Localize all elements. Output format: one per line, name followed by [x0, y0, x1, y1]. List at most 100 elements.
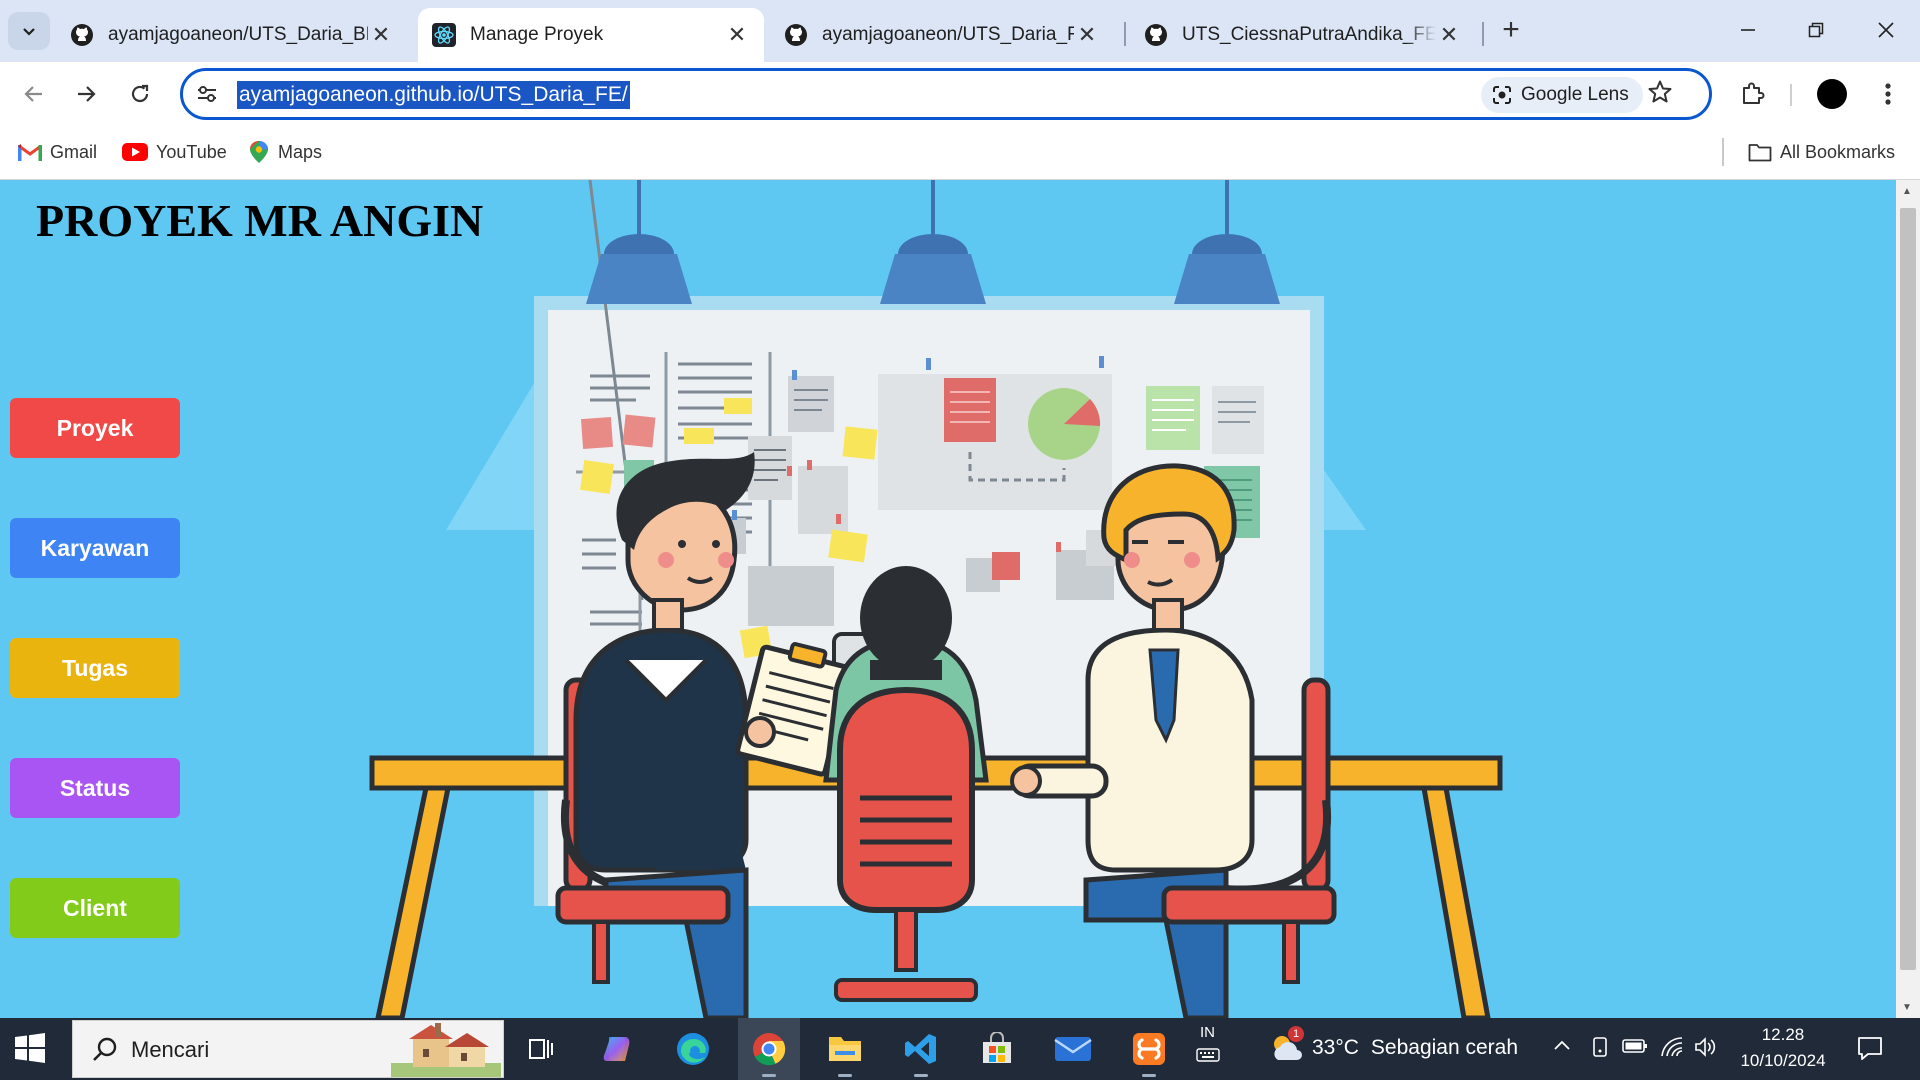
- tugas-button[interactable]: Tugas: [10, 638, 180, 698]
- reload-button[interactable]: [118, 72, 162, 116]
- chevron-down-icon: [23, 28, 35, 36]
- tab-uts-daria-be[interactable]: ayamjagoaneon/UTS_Daria_BE ✕: [56, 8, 408, 62]
- scrollbar-thumb[interactable]: [1900, 208, 1916, 970]
- xampp-button[interactable]: [1118, 1018, 1180, 1080]
- page-content: PROYEK MR ANGIN Proyek Karyawan Tugas St…: [0, 180, 1896, 1018]
- task-view-icon: [529, 1039, 553, 1059]
- tab-uts-daria-fe[interactable]: ayamjagoaneon/UTS_Daria_FE ✕: [770, 8, 1114, 62]
- tab-search-button[interactable]: [8, 12, 50, 50]
- search-placeholder: Mencari: [131, 1037, 210, 1062]
- vscode-button[interactable]: [890, 1018, 952, 1080]
- extensions-button[interactable]: [1730, 72, 1774, 116]
- chrome-icon: [753, 1033, 786, 1066]
- copilot-button[interactable]: [586, 1018, 648, 1080]
- speaker-icon: [1695, 1037, 1716, 1057]
- windows-taskbar: Mencari IN 1 33°C Sebagian cerah 12.28 1…: [0, 1018, 1920, 1080]
- github-icon: [1144, 23, 1168, 47]
- office-meeting-illustration: [369, 180, 1503, 1018]
- all-bookmarks-label: All Bookmarks: [1780, 141, 1896, 162]
- google-lens-icon: [1493, 86, 1511, 104]
- minimize-button[interactable]: [1718, 10, 1778, 50]
- task-view-button[interactable]: [510, 1018, 572, 1080]
- bookmark-gmail[interactable]: Gmail: [18, 138, 97, 166]
- bookmark-label: Maps: [278, 141, 323, 162]
- start-button[interactable]: [14, 1032, 46, 1069]
- bookmark-label: Gmail: [50, 141, 98, 162]
- weather-widget[interactable]: 1 33°C Sebagian cerah: [1268, 1026, 1518, 1066]
- google-lens-label: Google Lens: [1521, 84, 1629, 105]
- tab-strip: ayamjagoaneon/UTS_Daria_BE ✕ Manage Proy…: [0, 0, 1920, 62]
- file-explorer-button[interactable]: [814, 1018, 876, 1080]
- avatar: [1817, 79, 1847, 109]
- bookmark-star-icon[interactable]: [1647, 79, 1673, 110]
- language-indicator[interactable]: IN: [1196, 1024, 1220, 1067]
- scroll-up-icon[interactable]: ▲: [1902, 186, 1912, 197]
- client-button[interactable]: Client: [10, 878, 180, 938]
- mail-button[interactable]: [1042, 1018, 1104, 1080]
- new-tab-button[interactable]: +: [1492, 12, 1530, 50]
- address-bar[interactable]: ayamjagoaneon.github.io/UTS_Daria_FE/ Go…: [180, 68, 1712, 120]
- file-explorer-icon: [829, 1037, 861, 1061]
- battery-icon: [1622, 1039, 1647, 1053]
- browser-menu-button[interactable]: [1866, 72, 1910, 116]
- tab-uts-ciessna-readme[interactable]: UTS_CiessnaPutraAndika_FE/README ✕: [1130, 8, 1476, 62]
- github-icon: [784, 23, 808, 47]
- windows-logo-icon: [15, 1033, 45, 1063]
- weather-alert-badge: 1: [1288, 1026, 1304, 1042]
- github-icon: [70, 23, 94, 47]
- search-highlight-illustration: [391, 1023, 501, 1080]
- tab-separator: [1482, 22, 1484, 46]
- puzzle-icon: [1743, 82, 1765, 104]
- show-hidden-icons-button[interactable]: [1552, 1036, 1572, 1061]
- bookmark-label: YouTube: [156, 141, 227, 162]
- edge-button[interactable]: [662, 1018, 724, 1080]
- proyek-button[interactable]: Proyek: [10, 398, 180, 458]
- close-tab-icon[interactable]: ✕: [1436, 22, 1462, 48]
- bookmark-maps[interactable]: Maps: [248, 138, 322, 166]
- meet-now-tray[interactable]: [1590, 1036, 1610, 1063]
- karyawan-button[interactable]: Karyawan: [10, 518, 180, 578]
- taskbar-search[interactable]: Mencari: [72, 1020, 504, 1078]
- browser-toolbar: ayamjagoaneon.github.io/UTS_Daria_FE/ Go…: [0, 62, 1920, 126]
- microsoft-store-icon: [983, 1032, 1011, 1063]
- close-tab-icon[interactable]: ✕: [368, 22, 394, 48]
- language-label: IN: [1200, 1024, 1215, 1041]
- forward-button[interactable]: [64, 72, 108, 116]
- tab-separator: [1124, 22, 1126, 46]
- close-tab-icon[interactable]: ✕: [724, 22, 750, 48]
- page-scrollbar[interactable]: ▲ ▼: [1896, 180, 1920, 1018]
- close-icon: [1878, 22, 1894, 38]
- chrome-button[interactable]: [738, 1018, 800, 1080]
- xampp-icon: [1133, 1033, 1165, 1065]
- back-button[interactable]: [12, 72, 56, 116]
- weather-temperature: 33°C: [1312, 1036, 1359, 1059]
- site-info-icon[interactable]: [195, 82, 219, 111]
- youtube-icon: [122, 143, 148, 161]
- clock-time: 12.28: [1761, 1025, 1805, 1044]
- minimize-icon: [1741, 29, 1755, 31]
- restore-button[interactable]: [1786, 10, 1846, 50]
- clock-date: 10/10/2024: [1740, 1051, 1826, 1070]
- reload-icon: [131, 84, 149, 103]
- taskbar-clock[interactable]: 12.28 10/10/2024: [1728, 1022, 1838, 1074]
- mail-icon: [1054, 1037, 1092, 1061]
- url-text[interactable]: ayamjagoaneon.github.io/UTS_Daria_FE/: [237, 81, 630, 109]
- vscode-icon: [905, 1034, 936, 1064]
- restore-icon: [1808, 22, 1824, 38]
- battery-tray[interactable]: [1622, 1036, 1648, 1061]
- arrow-right-icon: [78, 86, 96, 102]
- bookmark-youtube[interactable]: YouTube: [122, 138, 227, 166]
- all-bookmarks-button[interactable]: All Bookmarks: [1748, 138, 1895, 166]
- notification-center-button[interactable]: [1856, 1034, 1884, 1067]
- volume-tray[interactable]: [1694, 1036, 1718, 1063]
- google-lens-button[interactable]: Google Lens: [1481, 77, 1643, 113]
- toolbar-separator: [1790, 84, 1792, 106]
- tab-manage-proyek[interactable]: Manage Proyek ✕: [418, 8, 764, 62]
- microsoft-store-button[interactable]: [966, 1018, 1028, 1080]
- close-window-button[interactable]: [1856, 10, 1916, 50]
- close-tab-icon[interactable]: ✕: [1074, 22, 1100, 48]
- wifi-tray[interactable]: [1660, 1036, 1684, 1063]
- status-button[interactable]: Status: [10, 758, 180, 818]
- profile-button[interactable]: [1810, 72, 1854, 116]
- scroll-down-icon[interactable]: ▼: [1902, 1002, 1912, 1013]
